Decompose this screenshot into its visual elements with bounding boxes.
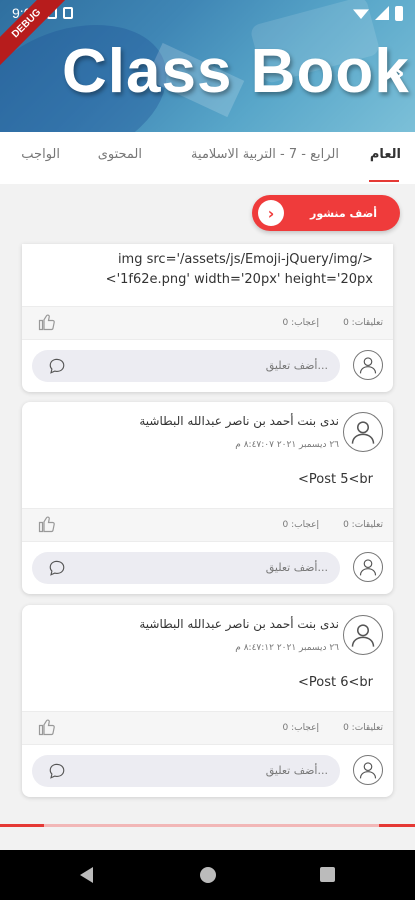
status-bar: 9:03 <box>0 0 415 26</box>
post-author[interactable]: ندى بنت أحمد بن ناصر عبدالله البطاشية <box>139 414 339 428</box>
signal-icon <box>375 6 389 20</box>
tab-content[interactable]: المحتوى <box>98 147 142 162</box>
post-stats: تعليقات: 0 إعجاب: 0 <box>22 306 393 340</box>
comment-placeholder: أضف تعليق... <box>265 359 328 372</box>
comment-input[interactable]: أضف تعليق... <box>32 552 340 584</box>
likes-count: إعجاب: 0 <box>282 318 319 328</box>
notification-icon <box>63 7 74 19</box>
home-icon[interactable] <box>200 867 216 883</box>
comments-count: تعليقات: 0 <box>343 318 383 328</box>
comments-count: تعليقات: 0 <box>343 520 383 530</box>
post-body: img src='/assets/js/Emoji-jQuery/img/> <… <box>22 244 393 290</box>
comment-input[interactable]: أضف تعليق... <box>32 350 340 382</box>
like-icon[interactable] <box>38 313 56 335</box>
post-header: ندى بنت أحمد بن ناصر عبدالله البطاشية ٢٦… <box>22 605 393 673</box>
like-icon[interactable] <box>38 515 56 537</box>
add-post-label: أضف منشور <box>310 206 378 220</box>
bottom-divider-accent <box>0 824 44 827</box>
comment-icon <box>48 762 66 784</box>
tab-homework[interactable]: الواجب <box>21 147 60 162</box>
bottom-divider-accent <box>379 824 415 827</box>
post-card: img src='/assets/js/Emoji-jQuery/img/> <… <box>22 244 393 392</box>
post-header: ندى بنت أحمد بن ناصر عبدالله البطاشية ٢٦… <box>22 402 393 470</box>
comment-row: أضف تعليق... <box>22 747 393 793</box>
system-nav-bar <box>0 850 415 900</box>
post-card: ندى بنت أحمد بن ناصر عبدالله البطاشية ٢٦… <box>22 605 393 797</box>
tab-class-subject[interactable]: الرابع - 7 - التربية الاسلامية <box>191 147 339 162</box>
comment-input[interactable]: أضف تعليق... <box>32 755 340 787</box>
post-body-line: <'1f62e.png' width='20px' height='20px <box>105 272 373 287</box>
likes-count: إعجاب: 0 <box>282 520 319 530</box>
wifi-icon <box>353 9 369 19</box>
post-date: ٢٦ ديسمبر ٢٠٢١ ٨:٤٧:٠٧ م <box>235 440 339 450</box>
like-icon[interactable] <box>38 718 56 740</box>
battery-icon <box>395 5 403 21</box>
author-avatar[interactable] <box>343 615 383 655</box>
author-avatar[interactable] <box>343 412 383 452</box>
post-stats: تعليقات: 0 إعجاب: 0 <box>22 711 393 745</box>
comment-row: أضف تعليق... <box>22 544 393 590</box>
post-author[interactable]: ندى بنت أحمد بن ناصر عبدالله البطاشية <box>139 617 339 631</box>
post-body: <Post 5<br <box>298 472 373 487</box>
recent-apps-icon[interactable] <box>320 867 335 882</box>
tab-bar: العام الرابع - 7 - التربية الاسلامية الم… <box>0 132 415 184</box>
comment-row: أضف تعليق... <box>22 342 393 388</box>
app-title: Class Book <box>62 37 410 106</box>
post-date: ٢٦ ديسمبر ٢٠٢١ ٨:٤٧:١٢ م <box>235 643 339 653</box>
chevron-right-icon: › <box>258 200 284 226</box>
post-body-line: img src='/assets/js/Emoji-jQuery/img/> <box>117 252 373 267</box>
header-banner: 9:03 DEBUG Class Book › <box>0 0 415 132</box>
likes-count: إعجاب: 0 <box>282 723 319 733</box>
user-avatar <box>353 350 383 380</box>
back-icon[interactable] <box>80 867 93 883</box>
post-stats: تعليقات: 0 إعجاب: 0 <box>22 508 393 542</box>
active-tab-indicator <box>369 180 399 182</box>
bottom-divider <box>0 824 415 827</box>
tab-general[interactable]: العام <box>370 147 401 162</box>
comment-placeholder: أضف تعليق... <box>265 561 328 574</box>
comments-count: تعليقات: 0 <box>343 723 383 733</box>
user-avatar <box>353 552 383 582</box>
add-post-button[interactable]: › أضف منشور <box>252 195 400 231</box>
post-body: <Post 6<br <box>298 675 373 690</box>
post-card: ندى بنت أحمد بن ناصر عبدالله البطاشية ٢٦… <box>22 402 393 594</box>
comment-placeholder: أضف تعليق... <box>265 764 328 777</box>
comment-icon <box>48 559 66 581</box>
comment-icon <box>48 357 66 379</box>
user-avatar <box>353 755 383 785</box>
chevron-right-icon[interactable]: › <box>393 56 405 89</box>
